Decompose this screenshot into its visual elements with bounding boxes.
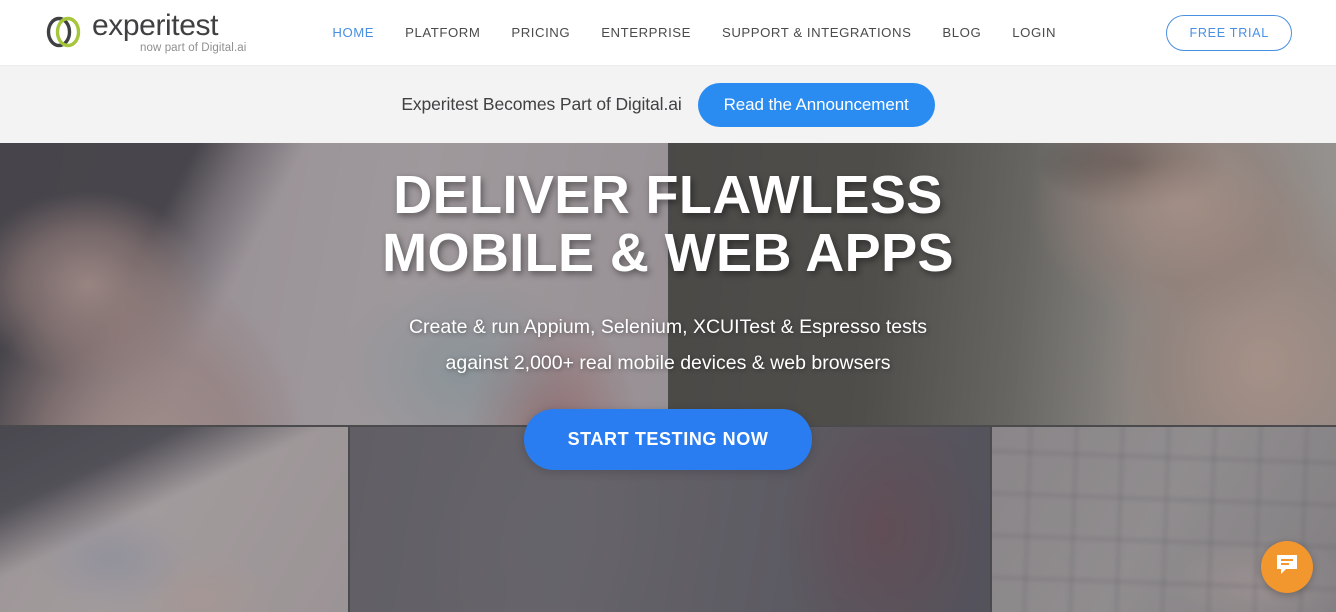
hero-headline-line1: DELIVER FLAWLESS: [393, 165, 943, 225]
nav-item-home[interactable]: HOME: [332, 25, 374, 40]
nav-item-login[interactable]: LOGIN: [1012, 25, 1056, 40]
hero-headline: DELIVER FLAWLESS MOBILE & WEB APPS: [382, 165, 954, 283]
logo-link[interactable]: experitest now part of Digital.ai: [44, 8, 247, 55]
chat-bubble-icon: [1274, 552, 1300, 583]
logo-wordmark: experitest: [92, 8, 219, 42]
read-announcement-button[interactable]: Read the Announcement: [697, 82, 935, 127]
logo-tagline: now part of Digital.ai: [140, 42, 247, 55]
hero-subtitle-line1: Create & run Appium, Selenium, XCUITest …: [408, 315, 928, 338]
hero-headline-line2: MOBILE & WEB APPS: [382, 222, 954, 283]
site-header: experitest now part of Digital.ai HOME P…: [0, 0, 1336, 66]
nav-item-enterprise[interactable]: ENTERPRISE: [601, 25, 691, 40]
nav-item-platform[interactable]: PLATFORM: [405, 25, 480, 40]
announcement-banner: Experitest Becomes Part of Digital.ai Re…: [0, 66, 1336, 143]
hero-subtitle: Create & run Appium, Selenium, XCUITest …: [409, 309, 927, 381]
nav-item-blog[interactable]: BLOG: [942, 25, 981, 40]
hero-subtitle-line2: against 2,000+ real mobile devices & web…: [445, 351, 891, 374]
hero-section: DELIVER FLAWLESS MOBILE & WEB APPS Creat…: [0, 143, 1336, 612]
start-testing-now-button[interactable]: START TESTING NOW: [523, 408, 813, 470]
main-navigation: HOME PLATFORM PRICING ENTERPRISE SUPPORT…: [332, 25, 1056, 40]
hero-content: DELIVER FLAWLESS MOBILE & WEB APPS Creat…: [0, 143, 1336, 612]
nav-item-pricing[interactable]: PRICING: [511, 25, 570, 40]
nav-item-support-integrations[interactable]: SUPPORT & INTEGRATIONS: [722, 25, 911, 40]
announcement-text: Experitest Becomes Part of Digital.ai: [401, 94, 682, 114]
free-trial-button[interactable]: FREE TRIAL: [1166, 14, 1292, 51]
chat-widget-button[interactable]: [1261, 541, 1313, 593]
two-overlapping-rings-icon: [44, 16, 84, 50]
